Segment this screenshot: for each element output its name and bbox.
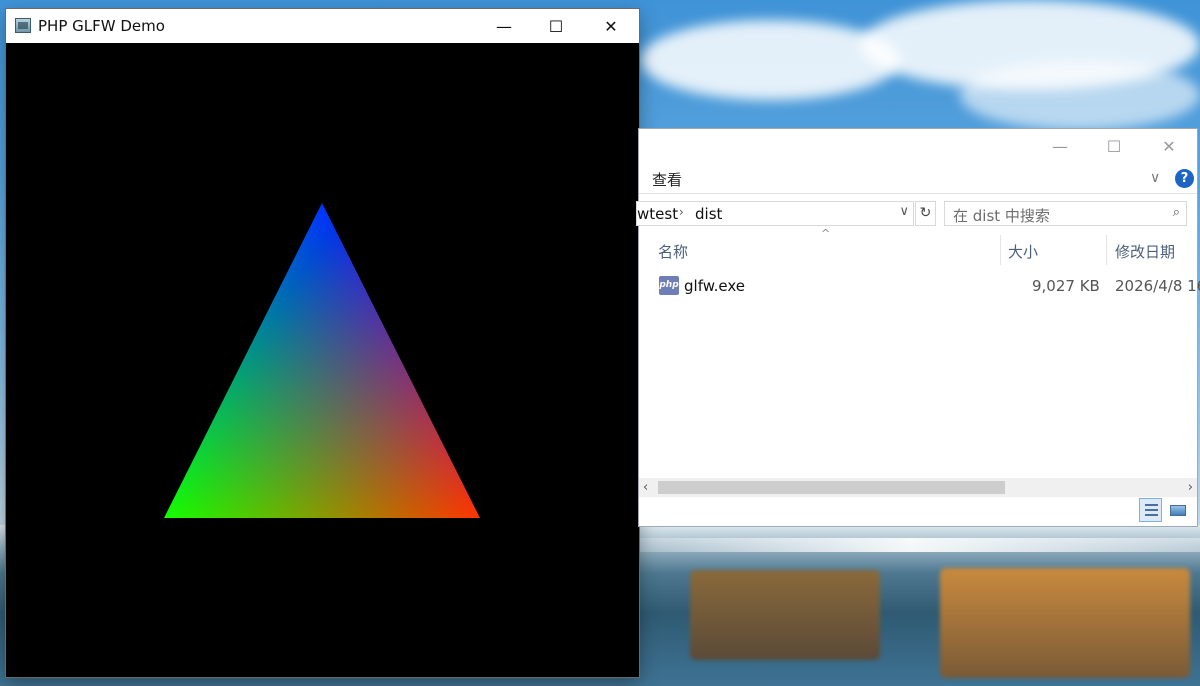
- triangle-render: [164, 203, 480, 518]
- maximize-icon: ☐: [1106, 136, 1122, 156]
- file-modified-date: 2026/4/8 16: [1115, 277, 1200, 295]
- scroll-left-icon[interactable]: ‹: [643, 478, 648, 497]
- color-triangle: [164, 203, 480, 518]
- file-name[interactable]: glfw.exe: [684, 277, 745, 295]
- explorer-close-button[interactable]: ✕: [1141, 129, 1197, 163]
- details-view-button[interactable]: [1139, 498, 1162, 522]
- column-divider[interactable]: [1000, 235, 1001, 265]
- help-button[interactable]: ?: [1175, 169, 1194, 188]
- window-title: PHP GLFW Demo: [38, 17, 165, 35]
- file-explorer-window: — ☐ ✕ 查看 ∨ ? wtest › dist ∨ ↻ 在 dist 中搜索…: [636, 129, 1200, 526]
- column-header-modified[interactable]: 修改日期: [1115, 241, 1175, 262]
- glfw-titlebar[interactable]: PHP GLFW Demo — ☐ ✕: [6, 9, 639, 43]
- column-divider[interactable]: [1106, 235, 1107, 265]
- sort-ascending-icon: ^: [821, 227, 831, 240]
- breadcrumb-item-wtest[interactable]: wtest: [637, 205, 678, 223]
- chevron-down-icon[interactable]: ∨: [1150, 170, 1160, 186]
- close-button[interactable]: ✕: [588, 9, 634, 43]
- app-window-icon: [15, 18, 31, 33]
- opengl-canvas[interactable]: [6, 43, 639, 677]
- address-bar[interactable]: wtest › dist ∨: [636, 201, 914, 226]
- breadcrumb-separator-icon[interactable]: ›: [679, 205, 684, 219]
- refresh-button[interactable]: ↻: [915, 201, 936, 226]
- large-icons-view-button[interactable]: [1166, 498, 1189, 522]
- glfw-demo-window: PHP GLFW Demo — ☐ ✕: [6, 9, 639, 677]
- tab-view[interactable]: 查看: [652, 169, 682, 190]
- php-file-icon: php: [659, 276, 679, 295]
- maximize-icon: ☐: [548, 16, 564, 36]
- column-header-name[interactable]: 名称: [658, 241, 688, 262]
- explorer-maximize-button[interactable]: ☐: [1086, 129, 1142, 163]
- close-icon: ✕: [604, 16, 618, 36]
- minimize-button[interactable]: —: [481, 9, 527, 43]
- explorer-minimize-button[interactable]: —: [1032, 129, 1088, 163]
- search-input[interactable]: 在 dist 中搜索 ⌕: [944, 201, 1187, 226]
- horizontal-scrollbar[interactable]: ‹ ›: [639, 478, 1197, 497]
- refresh-icon: ↻: [919, 205, 932, 221]
- search-icon: ⌕: [1172, 205, 1180, 220]
- breadcrumb-item-dist[interactable]: dist: [695, 205, 722, 223]
- minimize-icon: —: [496, 16, 512, 36]
- ribbon-divider: [639, 193, 1197, 194]
- close-icon: ✕: [1162, 136, 1176, 156]
- file-size: 9,027 KB: [1032, 277, 1100, 295]
- minimize-icon: —: [1052, 136, 1068, 156]
- address-dropdown-icon[interactable]: ∨: [899, 204, 909, 219]
- scroll-right-icon[interactable]: ›: [1188, 478, 1193, 497]
- search-placeholder: 在 dist 中搜索: [953, 207, 1050, 225]
- maximize-button[interactable]: ☐: [533, 9, 579, 43]
- column-header-size[interactable]: 大小: [1008, 241, 1038, 262]
- scrollbar-thumb[interactable]: [658, 481, 1005, 494]
